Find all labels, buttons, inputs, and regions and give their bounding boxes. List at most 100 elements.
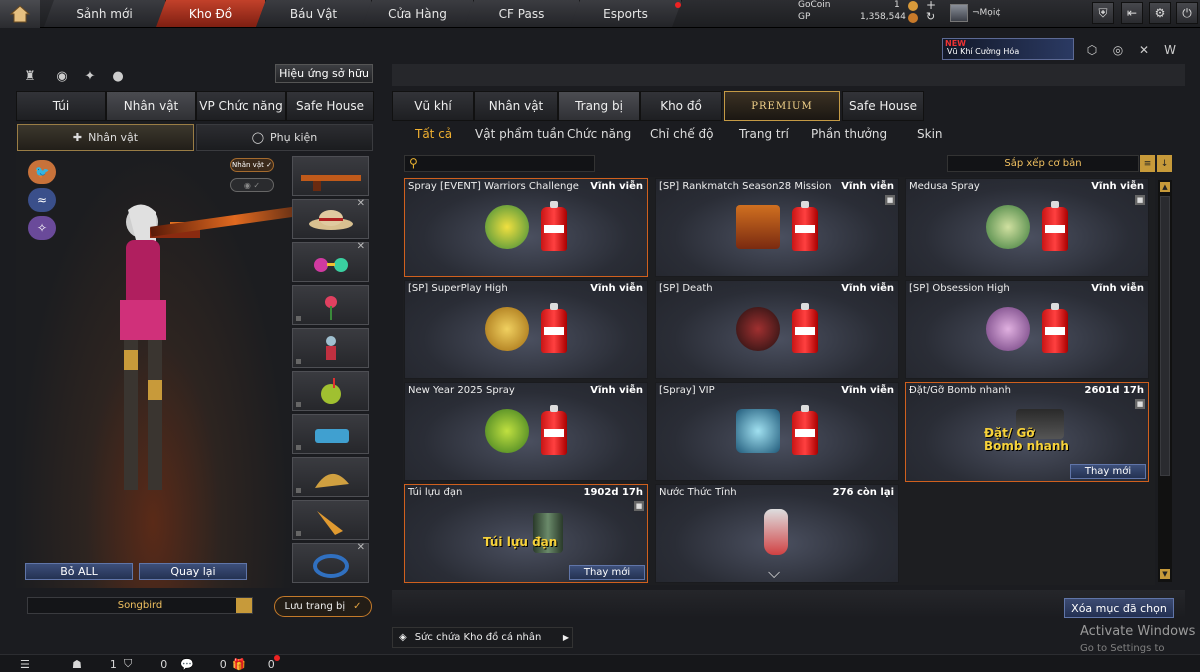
tab-kho-do[interactable]: Kho Đồ bbox=[156, 0, 266, 27]
back-button[interactable]: Quay lại bbox=[139, 563, 247, 580]
rank-hex-icon[interactable]: ⬡ bbox=[1082, 40, 1102, 60]
filter-reward[interactable]: Phần thưởng bbox=[811, 124, 887, 144]
filter-decor[interactable]: Trang trí bbox=[739, 124, 789, 144]
home-button[interactable] bbox=[0, 0, 40, 28]
filter-mode[interactable]: Chỉ chế độ bbox=[650, 124, 714, 144]
sort-down-icon[interactable]: ↓ bbox=[1157, 155, 1172, 172]
globe-icon[interactable]: ◎ bbox=[1108, 40, 1128, 60]
clan-group[interactable]: ⛉ 0 bbox=[124, 656, 167, 672]
scroll-down-icon[interactable]: ▼ bbox=[1160, 569, 1170, 579]
slot-coconut[interactable] bbox=[292, 371, 369, 411]
tab-sanh-moi[interactable]: Sảnh mới bbox=[44, 0, 166, 27]
slot-hat[interactable]: ✕ bbox=[292, 198, 369, 239]
save-loadout-button[interactable]: Lưu trang bị ✓ bbox=[274, 596, 372, 617]
character-pose-icon[interactable]: ✦ bbox=[80, 66, 100, 86]
filter-weekly[interactable]: Vật phẩm tuần bbox=[475, 124, 564, 144]
castle-icon[interactable]: ♜ bbox=[20, 66, 40, 86]
item-card[interactable]: [SP] Rankmatch Season28 Mission Vĩnh viễ… bbox=[655, 178, 899, 277]
scroll-thumb[interactable] bbox=[1160, 196, 1170, 476]
tab-esports[interactable]: Esports bbox=[570, 0, 682, 27]
sort-select[interactable]: Sắp xếp cơ bản bbox=[947, 155, 1139, 172]
tab-vu-khi[interactable]: Vũ khí bbox=[392, 91, 474, 121]
tab-nhan-vat-right[interactable]: Nhân vật bbox=[474, 91, 558, 121]
replace-button[interactable]: Thay mới bbox=[569, 565, 645, 580]
blade-icon[interactable]: ✕ bbox=[1134, 40, 1154, 60]
gocoin-icon bbox=[908, 1, 918, 11]
tab-tui[interactable]: Túi bbox=[16, 91, 106, 121]
filter-all[interactable]: Tất cả bbox=[415, 124, 452, 144]
scroll-up-icon[interactable]: ▲ bbox=[1160, 182, 1170, 192]
item-card[interactable]: New Year 2025 Spray Vĩnh viễn bbox=[404, 382, 648, 481]
wings-icon[interactable]: ≈ bbox=[28, 188, 56, 212]
item-card[interactable]: Medusa Spray Vĩnh viễn ■ bbox=[905, 178, 1149, 277]
gear-icon[interactable]: ⚙ bbox=[1149, 2, 1171, 24]
filter-skin[interactable]: Skin bbox=[917, 124, 943, 144]
delete-selected-button[interactable]: Xóa mục đã chọn bbox=[1064, 598, 1174, 618]
tab-premium[interactable]: PREMIUM bbox=[724, 91, 840, 121]
item-card[interactable]: [SP] Obsession High Vĩnh viễn bbox=[905, 280, 1149, 379]
slot-figure[interactable] bbox=[292, 328, 369, 368]
list-view-icon[interactable]: ≡ bbox=[1140, 155, 1155, 172]
subtab-accessory[interactable]: ◯ Phụ kiện bbox=[196, 124, 373, 151]
profile[interactable]: ¬Mọi¢ bbox=[950, 2, 1030, 24]
grenade-icon[interactable]: ● bbox=[108, 66, 128, 86]
tab-trang-bi[interactable]: Trang bị bbox=[558, 91, 640, 121]
menu-icon[interactable]: ☰ bbox=[20, 656, 30, 672]
tab-kho-do-right[interactable]: Kho đồ bbox=[640, 91, 722, 121]
slot-bracelet[interactable]: ✕ bbox=[292, 542, 369, 583]
item-card[interactable]: Túi lựu đạn 1902d 17h ■ Túi lựu đạn Thay… bbox=[404, 484, 648, 583]
tab-safe-house-right[interactable]: Safe House bbox=[842, 91, 924, 121]
visibility-toggle[interactable]: ◉ ✓ bbox=[230, 178, 274, 192]
menu-icon[interactable] bbox=[236, 598, 252, 613]
tab-vp-chuc-nang[interactable]: VP Chức năng bbox=[196, 91, 286, 121]
slot-gold-horn[interactable] bbox=[292, 500, 369, 540]
feather-icon[interactable]: ✧ bbox=[28, 216, 56, 240]
remove-icon[interactable]: ✕ bbox=[357, 542, 365, 553]
replace-button[interactable]: Thay mới bbox=[1070, 464, 1146, 479]
remove-icon[interactable]: ✕ bbox=[357, 241, 365, 252]
arrow-right-icon: ▶ bbox=[562, 633, 569, 642]
gift-group[interactable]: 🎁 0 bbox=[232, 656, 275, 672]
refresh-icon[interactable]: ↻ bbox=[926, 10, 935, 23]
save-loadout-label: Lưu trang bị bbox=[284, 601, 346, 612]
w-logo-icon[interactable]: W bbox=[1160, 40, 1180, 60]
search-input[interactable] bbox=[404, 155, 595, 172]
slot-dot bbox=[296, 402, 301, 407]
slot-flower[interactable] bbox=[292, 285, 369, 325]
tab-nhan-vat[interactable]: Nhân vật bbox=[106, 91, 196, 121]
bird-skin-icon[interactable]: 🐦 bbox=[28, 160, 56, 184]
item-card[interactable]: [SP] Death Vĩnh viễn bbox=[655, 280, 899, 379]
coconut-icon bbox=[321, 378, 341, 404]
slot-dot bbox=[296, 488, 301, 493]
slot-weapon[interactable] bbox=[292, 156, 369, 196]
tab-safe-house[interactable]: Safe House bbox=[286, 91, 374, 121]
tab-cua-hang[interactable]: Cửa Hàng bbox=[362, 0, 474, 27]
effect-ownership-button[interactable]: Hiệu ứng sở hữu bbox=[275, 64, 373, 83]
chevron-down-icon[interactable]: ⌵ bbox=[768, 563, 780, 583]
promo-banner[interactable]: NEW Vũ Khí Cường Hóa bbox=[942, 38, 1074, 60]
spray-icon[interactable]: ◉ bbox=[52, 66, 72, 86]
preset-name[interactable]: Songbird bbox=[27, 597, 253, 614]
item-card[interactable]: [SP] SuperPlay High Vĩnh viễn bbox=[404, 280, 648, 379]
currency-panel: GoCoin 1 + GP 1,358,544 ↻ bbox=[798, 0, 938, 26]
subtab-character[interactable]: ✚ Nhân vật bbox=[17, 124, 194, 151]
power-icon[interactable]: ⏻ bbox=[1176, 2, 1198, 24]
chat-group[interactable]: 💬 0 bbox=[180, 656, 227, 672]
filter-function[interactable]: Chức năng bbox=[567, 124, 631, 144]
reset-all-button[interactable]: Bỏ ALL bbox=[25, 563, 133, 580]
shield-icon[interactable]: ⛨ bbox=[1092, 2, 1114, 24]
storage-capacity-button[interactable]: ◈ Sức chứa Kho đồ cá nhân ▶ bbox=[392, 627, 573, 648]
item-card[interactable]: Nước Thức Tỉnh 276 còn lại ⌵ bbox=[655, 484, 899, 583]
slot-gold-ornament[interactable] bbox=[292, 457, 369, 497]
item-card[interactable]: Đặt/Gỡ Bomb nhanh 2601d 17h ■ Đặt/ Gỡ Bo… bbox=[905, 382, 1149, 482]
tab-bau-vat[interactable]: Báu Vật bbox=[256, 0, 372, 27]
slot-badge[interactable] bbox=[292, 414, 369, 454]
exit-icon[interactable]: ⇤ bbox=[1121, 2, 1143, 24]
tab-cf-pass[interactable]: CF Pass bbox=[464, 0, 580, 27]
slot-glasses[interactable]: ✕ bbox=[292, 241, 369, 282]
friends-group[interactable]: ☗ 1 bbox=[72, 656, 117, 672]
remove-icon[interactable]: ✕ bbox=[357, 198, 365, 209]
character-badge[interactable]: Nhân vật ✓ bbox=[230, 158, 274, 172]
item-card[interactable]: [Spray] VIP Vĩnh viễn bbox=[655, 382, 899, 481]
item-card[interactable]: Spray [EVENT] Warriors Challenge Vĩnh vi… bbox=[404, 178, 648, 277]
